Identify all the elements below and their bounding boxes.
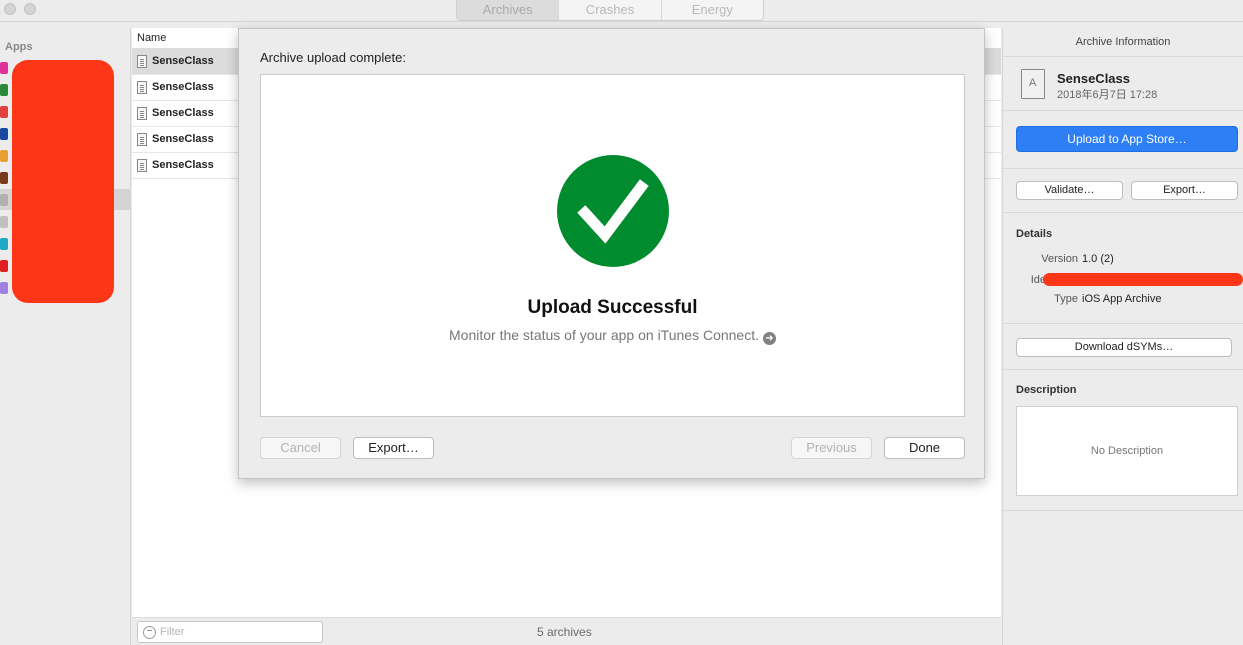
description-section xyxy=(1003,370,1243,511)
archive-document-icon xyxy=(137,81,147,94)
minimize-window-icon[interactable] xyxy=(24,3,36,15)
organizer-window: Archives Crashes Energy Apps Name SenseC… xyxy=(0,0,1243,645)
sheet-export-button[interactable]: Export… xyxy=(353,437,434,459)
tab-archives[interactable]: Archives xyxy=(457,0,560,20)
redaction-block xyxy=(12,60,114,303)
app-icon[interactable] xyxy=(0,150,8,162)
archive-document-icon xyxy=(137,107,147,120)
app-icon[interactable] xyxy=(0,260,8,272)
app-icon[interactable] xyxy=(0,128,8,140)
archive-document-icon xyxy=(137,133,147,146)
apps-sidebar: Apps xyxy=(0,28,131,645)
archive-count: 5 archives xyxy=(537,625,592,639)
cancel-button[interactable]: Cancel xyxy=(260,437,341,459)
archive-name: SenseClass xyxy=(152,159,214,171)
result-panel: Upload Successful Monitor the status of … xyxy=(260,74,965,417)
archive-document-icon xyxy=(137,55,147,68)
previous-button[interactable]: Previous xyxy=(791,437,872,459)
archive-name: SenseClass xyxy=(152,107,214,119)
archive-name: SenseClass xyxy=(152,81,214,93)
itunes-connect-link[interactable]: Monitor the status of your app on iTunes… xyxy=(261,327,964,345)
actions-section xyxy=(1003,169,1243,213)
organizer-tab-bar: Archives Crashes Energy xyxy=(456,0,764,21)
app-icon[interactable] xyxy=(0,194,8,206)
close-window-icon[interactable] xyxy=(4,3,16,15)
success-subtitle: Monitor the status of your app on iTunes… xyxy=(449,327,759,343)
arrow-right-circle-icon[interactable]: ➜ xyxy=(763,332,776,345)
inspector-title: Archive Information xyxy=(1003,28,1243,57)
success-title: Upload Successful xyxy=(527,297,698,318)
tab-crashes[interactable]: Crashes xyxy=(559,0,662,20)
app-name: SenseClass xyxy=(1057,71,1130,86)
upload-complete-sheet: Archive upload complete: Upload Successf… xyxy=(238,28,985,479)
upload-section xyxy=(1003,111,1243,169)
app-icon[interactable] xyxy=(0,216,8,228)
done-button[interactable]: Done xyxy=(884,437,965,459)
app-icon[interactable] xyxy=(0,282,8,294)
success-check-icon xyxy=(557,155,669,267)
filter-placeholder: Filter xyxy=(160,626,185,638)
sheet-title: Archive upload complete: xyxy=(260,50,406,65)
app-icon[interactable] xyxy=(0,106,8,118)
app-icon[interactable] xyxy=(0,62,8,74)
archive-icon xyxy=(1021,69,1045,99)
archive-name: SenseClass xyxy=(152,55,214,67)
app-icon[interactable] xyxy=(0,84,8,96)
dsyms-section xyxy=(1003,324,1243,370)
app-icon[interactable] xyxy=(0,172,8,184)
sidebar-heading: Apps xyxy=(5,41,33,53)
details-section xyxy=(1003,213,1243,324)
filter-icon xyxy=(143,626,156,639)
list-footer: Filter 5 archives xyxy=(132,617,1001,645)
tab-energy[interactable]: Energy xyxy=(662,0,763,20)
filter-input[interactable]: Filter xyxy=(137,621,323,643)
app-date: 2018年6月7日 17:28 xyxy=(1057,89,1158,101)
archive-document-icon xyxy=(137,159,147,172)
archive-name: SenseClass xyxy=(152,133,214,145)
app-icon[interactable] xyxy=(0,238,8,250)
title-bar: Archives Crashes Energy xyxy=(0,0,1243,22)
archive-inspector: Archive Information SenseClass 2018年6月7日… xyxy=(1002,28,1243,645)
archive-summary: SenseClass 2018年6月7日 17:28 xyxy=(1003,57,1243,111)
